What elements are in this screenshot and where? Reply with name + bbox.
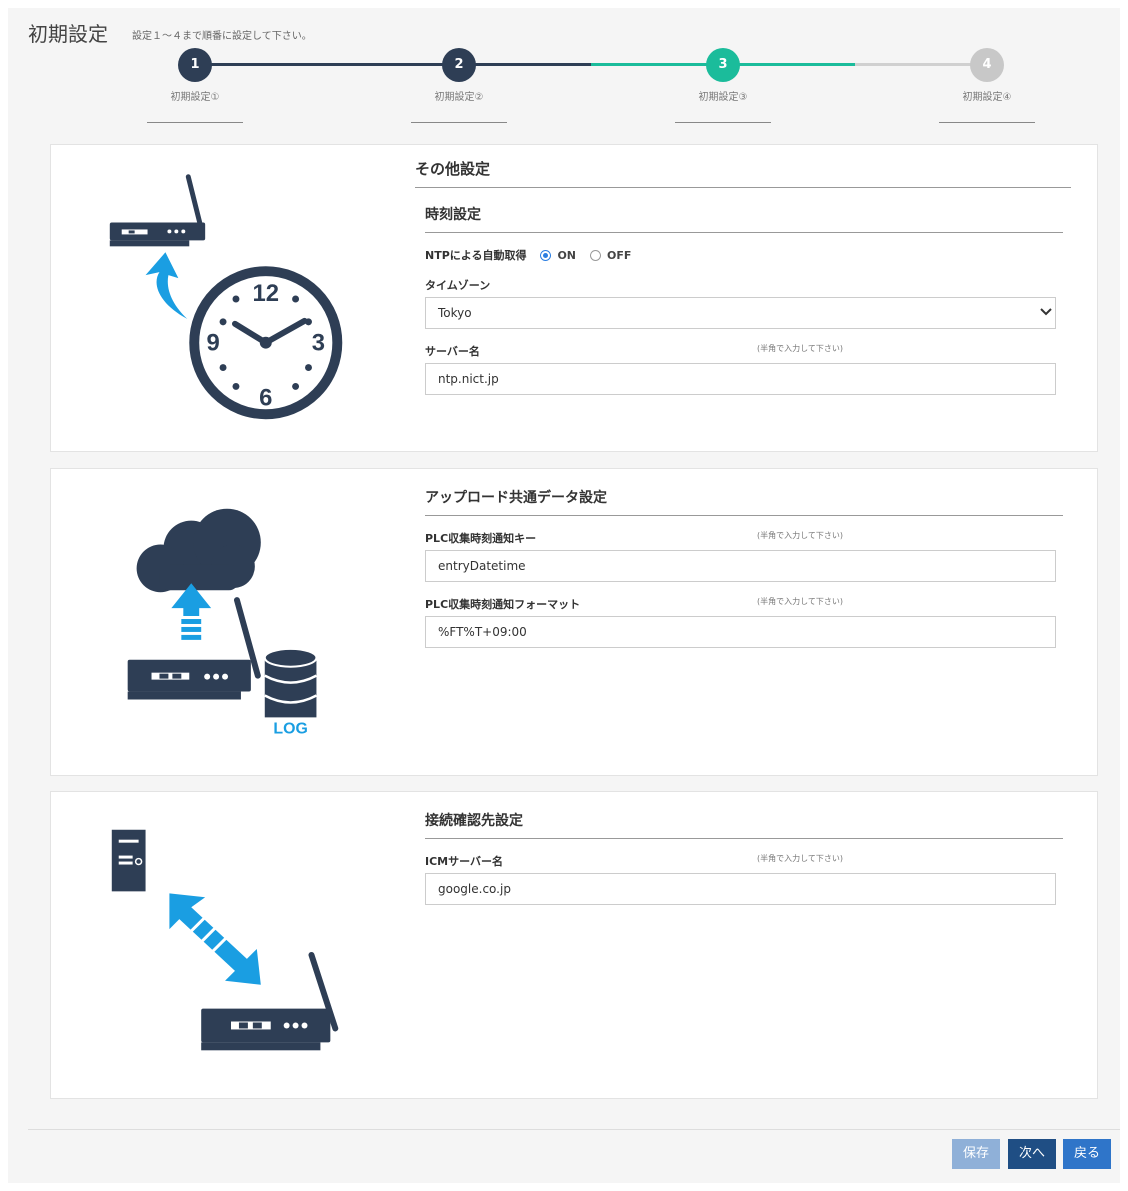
page-title: 初期設定 [28, 22, 108, 46]
icm-label: ICMサーバー名 [425, 855, 504, 868]
key-hint: (半角で入力して下さい) [757, 531, 844, 540]
database-log-icon: LOG [263, 647, 318, 737]
cloud-icon [136, 508, 261, 593]
clock-icon: 12 3 6 9 [189, 266, 343, 420]
router-clock-illustration: 12 3 6 9 [109, 174, 343, 420]
step-3[interactable]: 3 初期設定③ [673, 48, 773, 123]
time-settings-title: 時刻設定 [425, 204, 1063, 233]
upload-settings-card: LOG アップロード共通データ設定 PLC収集時刻通知キー (半角で入力して下さ… [50, 468, 1098, 776]
notify-key-input[interactable]: entryDatetime [425, 550, 1056, 582]
connection-check-form: 接続確認先設定 ICMサーバー名 (半角で入力して下さい) google.co.… [425, 792, 1063, 905]
connection-check-title: 接続確認先設定 [425, 810, 1063, 839]
step-4-label: 初期設定④ [962, 92, 1012, 103]
curved-arrow-icon [145, 252, 188, 319]
ntp-on-radio[interactable]: ON [540, 249, 576, 262]
clock-number-3: 3 [312, 330, 325, 357]
timezone-select-wrap: Tokyo [425, 297, 1063, 329]
ntp-on-label: ON [557, 248, 577, 262]
radio-off-indicator [590, 249, 602, 261]
upload-arrow-icon [171, 583, 212, 640]
ntp-off-label: OFF [607, 248, 632, 262]
ntp-off-radio[interactable]: OFF [590, 249, 631, 262]
format-hint: (半角で入力して下さい) [757, 597, 844, 606]
router-icon [109, 174, 206, 247]
server-icon [111, 829, 146, 892]
timezone-head: タイムゾーン [425, 277, 1063, 293]
icm-head: ICMサーバー名 (半角で入力して下さい) [425, 853, 1063, 869]
icm-hint: (半角で入力して下さい) [757, 854, 844, 863]
step-3-number: 3 [706, 48, 740, 82]
other-settings-title: その他設定 [415, 158, 1071, 188]
format-label: PLC収集時刻通知フォーマット [425, 598, 581, 611]
step-2-underline [411, 122, 507, 123]
step-1-label: 初期設定① [170, 92, 220, 103]
key-label: PLC収集時刻通知キー [425, 532, 537, 545]
step-1-number: 1 [178, 48, 212, 82]
step-4-number: 4 [970, 48, 1004, 82]
step-4-underline [939, 122, 1035, 123]
time-settings-card: 12 3 6 9 その他設定 時刻設定 NTPによる自動取得 ON OFF タイ… [50, 144, 1098, 452]
step-1-underline [147, 122, 243, 123]
save-button[interactable]: 保存 [952, 1139, 1000, 1169]
page: 初期設定 設定１～４まで順番に設定して下さい。 1 初期設定① 2 初期設定② … [8, 8, 1120, 1183]
footer-divider [28, 1129, 1120, 1130]
notify-format-input[interactable]: %FT%T+09:00 [425, 616, 1056, 648]
upload-settings-title: アップロード共通データ設定 [425, 487, 1063, 516]
key-head: PLC収集時刻通知キー (半角で入力して下さい) [425, 530, 1063, 546]
format-head: PLC収集時刻通知フォーマット (半角で入力して下さい) [425, 596, 1063, 612]
log-label: LOG [273, 720, 307, 737]
ntp-label: NTPによる自動取得 [425, 249, 527, 262]
step-2-label: 初期設定② [434, 92, 484, 103]
chevron-down-icon [1040, 308, 1052, 316]
next-button[interactable]: 次へ [1008, 1139, 1056, 1169]
server-hint: (半角で入力して下さい) [757, 344, 844, 353]
back-button[interactable]: 戻る [1063, 1139, 1111, 1169]
server-router-illustration [111, 829, 339, 1051]
step-4[interactable]: 4 初期設定④ [937, 48, 1037, 123]
ntp-row: NTPによる自動取得 ON OFF [425, 247, 1063, 263]
clock-number-9: 9 [206, 330, 219, 357]
step-2[interactable]: 2 初期設定② [409, 48, 509, 123]
timezone-select[interactable]: Tokyo [425, 297, 1056, 329]
icm-server-input[interactable]: google.co.jp [425, 873, 1056, 905]
step-2-number: 2 [442, 48, 476, 82]
double-arrow-icon [169, 893, 261, 985]
page-subtitle: 設定１～４まで順番に設定して下さい。 [132, 31, 312, 42]
step-1[interactable]: 1 初期設定① [145, 48, 245, 123]
server-name-input[interactable]: ntp.nict.jp [425, 363, 1056, 395]
timezone-label: タイムゾーン [425, 279, 491, 292]
upload-settings-form: アップロード共通データ設定 PLC収集時刻通知キー (半角で入力して下さい) e… [425, 469, 1063, 648]
clock-number-12: 12 [253, 280, 280, 307]
connection-check-card: 接続確認先設定 ICMサーバー名 (半角で入力して下さい) google.co.… [50, 791, 1098, 1099]
clock-number-6: 6 [259, 384, 272, 411]
step-3-underline [675, 122, 771, 123]
step-3-label: 初期設定③ [698, 92, 748, 103]
server-head: サーバー名 (半角で入力して下さい) [425, 343, 1063, 359]
server-label: サーバー名 [425, 345, 480, 358]
radio-on-indicator [540, 249, 552, 261]
time-settings-form: その他設定 時刻設定 NTPによる自動取得 ON OFF タイムゾーン Toky… [415, 145, 1071, 395]
cloud-router-log-illustration: LOG [127, 508, 318, 737]
router-icon [201, 951, 339, 1051]
